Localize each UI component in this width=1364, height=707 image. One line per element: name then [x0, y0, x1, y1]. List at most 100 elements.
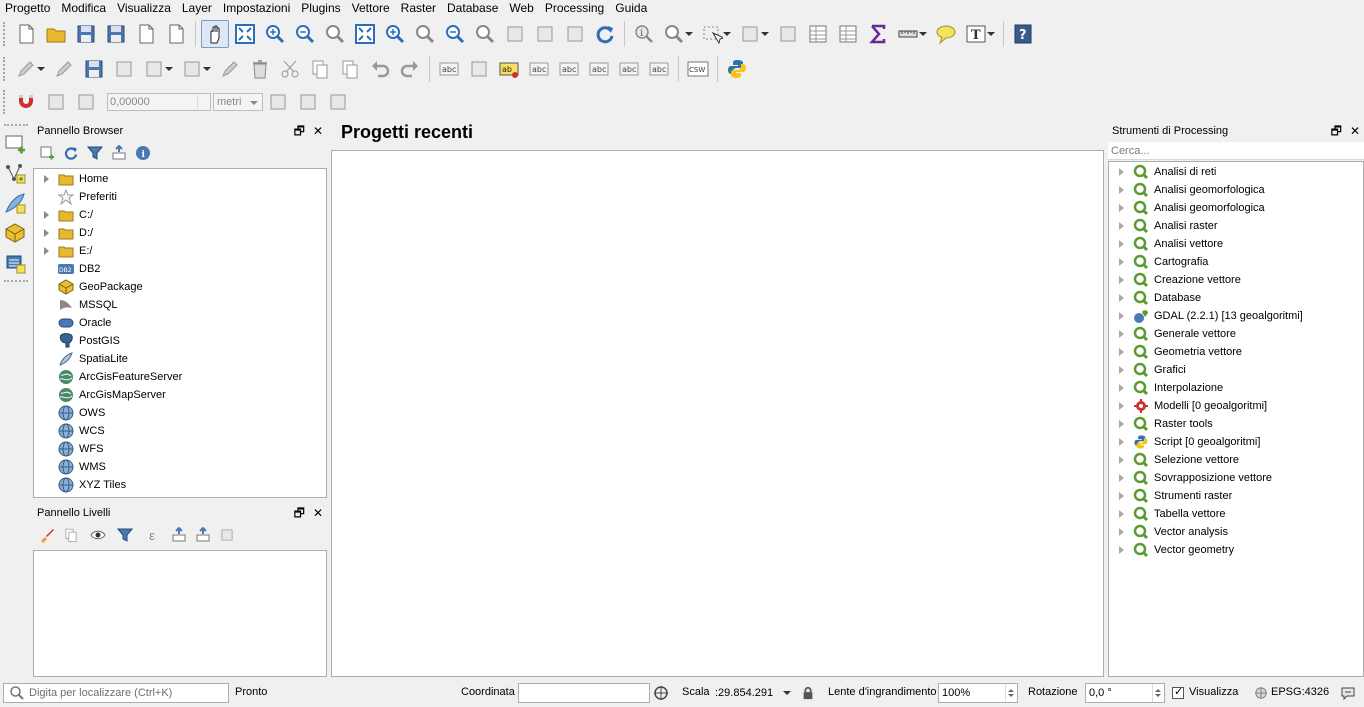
new-layer-button[interactable]: [0, 128, 30, 158]
scale-combo[interactable]: :29.854.291: [711, 683, 795, 703]
layer-labeling-button[interactable]: [435, 55, 463, 83]
tree-item-preferiti[interactable]: Preferiti: [34, 188, 326, 206]
menu-vettore[interactable]: Vettore: [347, 0, 396, 16]
lock-scale-icon[interactable]: [801, 686, 815, 700]
toggle-editing-button[interactable]: [50, 55, 78, 83]
tree-item-analisi-di-reti[interactable]: Analisi di reti: [1109, 163, 1363, 181]
layer-diagram-button[interactable]: [465, 55, 493, 83]
magnifier-field[interactable]: 100%: [938, 683, 1018, 703]
tree-item-postgis[interactable]: PostGIS: [34, 332, 326, 350]
remove-layer-button[interactable]: [217, 525, 237, 545]
text-annotation-button[interactable]: [962, 20, 998, 48]
tree-item-arcgisfeatureserver[interactable]: ArcGisFeatureServer: [34, 368, 326, 386]
snapping-type-button[interactable]: [72, 88, 100, 116]
identify-button[interactable]: [630, 20, 658, 48]
expand-arrow-icon[interactable]: [40, 170, 52, 188]
tree-item-tabella-vettore[interactable]: Tabella vettore: [1109, 505, 1363, 523]
snapping-layers-button[interactable]: [42, 88, 70, 116]
paste-features-button[interactable]: [336, 55, 364, 83]
new-project-button[interactable]: [12, 20, 40, 48]
undo-button[interactable]: [366, 55, 394, 83]
processing-search-input[interactable]: Cerca...: [1108, 142, 1364, 160]
collapse-all-button[interactable]: [193, 525, 213, 545]
snapping-unit-select[interactable]: metri: [213, 93, 263, 111]
add-vector-button[interactable]: [0, 158, 30, 188]
add-circular-string-button[interactable]: [140, 55, 176, 83]
expand-arrow-icon[interactable]: [1115, 343, 1127, 361]
tree-item-analisi-geomorfologica[interactable]: Analisi geomorfologica: [1109, 181, 1363, 199]
show-hide-labels-button[interactable]: [555, 55, 583, 83]
menu-database[interactable]: Database: [442, 0, 504, 16]
float-panel-icon[interactable]: 🗗: [294, 504, 305, 522]
enable-snapping-button[interactable]: [12, 88, 40, 116]
tree-item-mssql[interactable]: MSSQL: [34, 296, 326, 314]
toolbar-grip[interactable]: [3, 21, 9, 46]
add-feature-button[interactable]: [110, 55, 138, 83]
move-label-button[interactable]: [585, 55, 613, 83]
expand-arrow-icon[interactable]: [1115, 433, 1127, 451]
tree-item-analisi-vettore[interactable]: Analisi vettore: [1109, 235, 1363, 253]
add-delimited-text-button[interactable]: [0, 188, 30, 218]
current-edits-button[interactable]: [12, 55, 48, 83]
expand-arrow-icon[interactable]: [1115, 217, 1127, 235]
expand-all-button[interactable]: [169, 525, 189, 545]
menu-processing[interactable]: Processing: [540, 0, 610, 16]
tree-item-script-0-geoalgoritmi[interactable]: Script [0 geoalgoritmi]: [1109, 433, 1363, 451]
add-group-button[interactable]: [61, 525, 81, 545]
add-geopackage-button[interactable]: [0, 218, 30, 248]
show-bookmarks-button[interactable]: [531, 20, 559, 48]
expand-arrow-icon[interactable]: [1115, 235, 1127, 253]
expand-arrow-icon[interactable]: [1115, 451, 1127, 469]
expand-arrow-icon[interactable]: [40, 206, 52, 224]
tree-item-geopackage[interactable]: GeoPackage: [34, 278, 326, 296]
attribute-table-button[interactable]: [804, 20, 832, 48]
run-action-button[interactable]: [660, 20, 696, 48]
expand-arrow-icon[interactable]: [1115, 199, 1127, 217]
cut-features-button[interactable]: [276, 55, 304, 83]
python-console-button[interactable]: [723, 55, 751, 83]
toolbar-grip[interactable]: [3, 56, 9, 81]
tree-item-raster-tools[interactable]: Raster tools: [1109, 415, 1363, 433]
expand-arrow-icon[interactable]: [1115, 523, 1127, 541]
menu-impostazioni[interactable]: Impostazioni: [218, 0, 296, 16]
rotation-field[interactable]: 0,0 °: [1085, 683, 1165, 703]
change-label-button[interactable]: [645, 55, 673, 83]
measure-button[interactable]: [894, 20, 930, 48]
save-as-button[interactable]: [102, 20, 130, 48]
expand-arrow-icon[interactable]: [1115, 307, 1127, 325]
float-panel-icon[interactable]: 🗗: [1331, 122, 1342, 140]
map-tips-bubble-button[interactable]: [932, 20, 960, 48]
expand-arrow-icon[interactable]: [1115, 487, 1127, 505]
menu-guida[interactable]: Guida: [610, 0, 653, 16]
zoom-next-button[interactable]: [471, 20, 499, 48]
expand-arrow-icon[interactable]: [40, 224, 52, 242]
pan-button[interactable]: [201, 19, 229, 48]
avoid-overlap-button[interactable]: [324, 88, 352, 116]
redo-button[interactable]: [396, 55, 424, 83]
tree-item-spatialite[interactable]: SpatiaLite: [34, 350, 326, 368]
expand-arrow-icon[interactable]: [1115, 325, 1127, 343]
save-edits-button[interactable]: [80, 55, 108, 83]
expand-arrow-icon[interactable]: [1115, 289, 1127, 307]
tree-item-selezione-vettore[interactable]: Selezione vettore: [1109, 451, 1363, 469]
tree-item-vector-geometry[interactable]: Vector geometry: [1109, 541, 1363, 559]
toolbar-grip[interactable]: [4, 280, 28, 282]
locator-search[interactable]: Digita per localizzare (Ctrl+K): [3, 683, 229, 703]
menu-visualizza[interactable]: Visualizza: [112, 0, 177, 16]
tree-item-vector-analysis[interactable]: Vector analysis: [1109, 523, 1363, 541]
tree-item-generale-vettore[interactable]: Generale vettore: [1109, 325, 1363, 343]
select-by-expression-button[interactable]: [736, 20, 772, 48]
tree-item-analisi-geomorfologica[interactable]: Analisi geomorfologica: [1109, 199, 1363, 217]
tree-item-grafici[interactable]: Grafici: [1109, 361, 1363, 379]
tree-item-cartografia[interactable]: Cartografia: [1109, 253, 1363, 271]
expand-arrow-icon[interactable]: [40, 242, 52, 260]
filter-expression-button[interactable]: ε: [139, 525, 165, 545]
tree-item-d[interactable]: D:/: [34, 224, 326, 242]
layer-styling-button[interactable]: [37, 525, 57, 545]
float-panel-icon[interactable]: 🗗: [294, 122, 305, 140]
open-project-button[interactable]: [42, 20, 70, 48]
zoom-full-button[interactable]: [351, 20, 379, 48]
toolbar-grip[interactable]: [4, 124, 28, 126]
collapse-all-button[interactable]: [109, 143, 129, 163]
expand-arrow-icon[interactable]: [1115, 397, 1127, 415]
